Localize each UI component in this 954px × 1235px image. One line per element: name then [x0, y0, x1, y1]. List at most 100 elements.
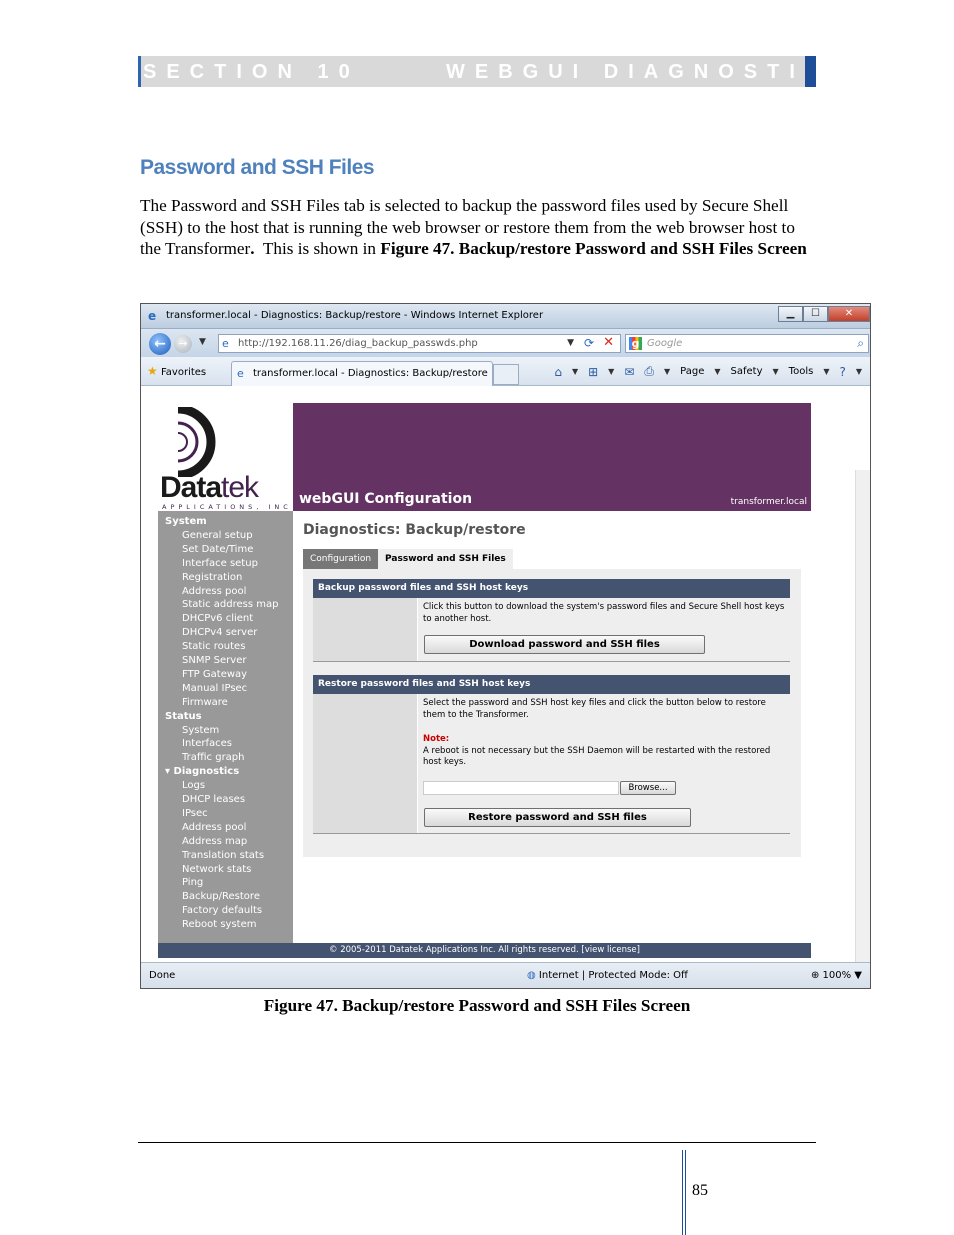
nav-item-backup-restore[interactable]: Backup/Restore: [158, 890, 293, 904]
nav-item-snmp-server[interactable]: SNMP Server: [158, 654, 293, 668]
browser-tab[interactable]: e transformer.local - Diagnostics: Backu…: [231, 361, 493, 386]
tab-configuration[interactable]: Configuration: [303, 549, 379, 569]
nav-item-set-date-time[interactable]: Set Date/Time: [158, 543, 293, 557]
nav-group-system[interactable]: System: [158, 515, 293, 529]
tab-page-icon: e: [237, 367, 244, 380]
nav-item-traffic-graph[interactable]: Traffic graph: [158, 751, 293, 765]
refresh-icon[interactable]: ⟳: [584, 336, 594, 350]
url-dropdown-icon[interactable]: ▼: [567, 338, 574, 348]
expand-triangle-icon: ▾: [165, 766, 174, 778]
nav-group-diagnostics-label: Diagnostics: [173, 766, 240, 778]
address-bar: ← → ▼ e http://192.168.11.26/diag_backup…: [141, 329, 870, 357]
doc-heading: Password and SSH Files: [140, 156, 375, 179]
nav-item-ping[interactable]: Ping: [158, 876, 293, 890]
nav-group-diagnostics[interactable]: ▾ Diagnostics: [158, 765, 293, 779]
browse-button[interactable]: Browse...: [620, 781, 676, 795]
tab-password-ssh-files[interactable]: Password and SSH Files: [378, 549, 513, 569]
backup-section-heading: Backup password files and SSH host keys: [313, 579, 790, 598]
nav-item-address-pool[interactable]: Address pool: [158, 585, 293, 599]
help-dropdown-icon[interactable]: ▼: [856, 367, 862, 376]
backup-description: Click this button to download the system…: [423, 602, 785, 624]
forward-button-icon[interactable]: →: [174, 335, 192, 353]
minimize-icon[interactable]: ▁: [778, 306, 803, 322]
tools-menu[interactable]: Tools: [789, 366, 814, 377]
safety-dropdown-icon[interactable]: ▼: [773, 367, 779, 376]
file-path-input[interactable]: [423, 781, 619, 795]
history-dropdown-icon[interactable]: ▼: [199, 337, 206, 347]
maximize-icon[interactable]: ☐: [803, 306, 828, 322]
section-title: WEBGUI DIAGNOSTICS: [446, 61, 853, 83]
backup-label-cell: [313, 598, 418, 661]
nav-item-reboot-system[interactable]: Reboot system: [158, 918, 293, 932]
note-label: Note:: [423, 734, 450, 744]
print-dropdown-icon[interactable]: ▼: [664, 367, 670, 376]
feeds-dropdown-icon[interactable]: ▼: [608, 367, 614, 376]
search-icon[interactable]: ⌕: [857, 336, 864, 351]
page-dropdown-icon[interactable]: ▼: [714, 367, 720, 376]
help-icon[interactable]: ?: [839, 365, 845, 379]
nav-item-dhcp-leases[interactable]: DHCP leases: [158, 793, 293, 807]
nav-item-translation-stats[interactable]: Translation stats: [158, 849, 293, 863]
page-icon: e: [222, 337, 229, 350]
logo-tek: tek: [221, 471, 259, 504]
close-icon[interactable]: ✕: [828, 306, 870, 322]
url-field[interactable]: e http://192.168.11.26/diag_backup_passw…: [218, 334, 621, 353]
nav-item-interface-setup[interactable]: Interface setup: [158, 557, 293, 571]
home-icon[interactable]: ⌂: [554, 365, 562, 379]
stop-icon[interactable]: ✕: [603, 335, 614, 350]
nav-item-ipsec[interactable]: IPsec: [158, 807, 293, 821]
body-paragraph: The Password and SSH Files tab is select…: [140, 195, 810, 260]
zoom-icon: ⊕: [810, 970, 820, 981]
nav-item-address-map[interactable]: Address map: [158, 835, 293, 849]
nav-item-logs[interactable]: Logs: [158, 779, 293, 793]
feeds-icon[interactable]: ⊞: [588, 365, 598, 379]
browser-tab-label: transformer.local - Diagnostics: Backup/…: [253, 368, 488, 379]
home-dropdown-icon[interactable]: ▼: [572, 367, 578, 376]
new-tab-button[interactable]: [493, 364, 519, 385]
restore-label-cell: [313, 694, 418, 833]
restore-note: Note: A reboot is not necessary but the …: [423, 734, 788, 769]
nav-item-ftp-gateway[interactable]: FTP Gateway: [158, 668, 293, 682]
logo-data: Data: [160, 471, 222, 504]
section-header: SECTION 10 WEBGUI DIAGNOSTICS: [138, 56, 843, 87]
nav-item-static-address-map[interactable]: Static address map: [158, 598, 293, 612]
favorites-bar: ★ Favorites e transformer.local - Diagno…: [141, 357, 870, 386]
google-logo-icon: g: [629, 337, 642, 350]
nav-item-diag-address-pool[interactable]: Address pool: [158, 821, 293, 835]
nav-item-status-system[interactable]: System: [158, 724, 293, 738]
nav-item-network-stats[interactable]: Network stats: [158, 863, 293, 877]
tools-dropdown-icon[interactable]: ▼: [823, 367, 829, 376]
nav-item-firmware[interactable]: Firmware: [158, 696, 293, 710]
page-footer: © 2005-2011 Datatek Applications Inc. Al…: [158, 943, 811, 958]
nav-group-status[interactable]: Status: [158, 710, 293, 724]
nav-item-factory-defaults[interactable]: Factory defaults: [158, 904, 293, 918]
favorites-label: Favorites: [160, 367, 207, 378]
nav-item-registration[interactable]: Registration: [158, 571, 293, 585]
globe-icon: ◍: [527, 970, 536, 981]
search-input[interactable]: g Google ⌕: [625, 334, 869, 353]
nav-item-general-setup[interactable]: General setup: [158, 529, 293, 543]
restore-button[interactable]: Restore password and SSH files: [424, 808, 691, 827]
nav-item-dhcpv6-client[interactable]: DHCPv6 client: [158, 612, 293, 626]
restore-section-heading: Restore password files and SSH host keys: [313, 675, 790, 694]
safety-menu[interactable]: Safety: [731, 366, 763, 377]
favorites-star-icon: ★: [147, 364, 158, 378]
nav-item-interfaces[interactable]: Interfaces: [158, 737, 293, 751]
zoom-control[interactable]: ⊕ 100% ▼: [811, 970, 862, 981]
download-button[interactable]: Download password and SSH files: [424, 635, 705, 654]
banner: webGUI Configuration transformer.local: [293, 403, 811, 511]
status-bar: Done ◍ Internet | Protected Mode: Off ⊕ …: [141, 962, 870, 988]
print-icon[interactable]: ⎙: [644, 364, 654, 379]
page-menu[interactable]: Page: [680, 366, 704, 377]
back-button-icon[interactable]: ←: [149, 333, 171, 355]
search-placeholder: Google: [647, 338, 683, 349]
backup-section: Click this button to download the system…: [313, 598, 790, 662]
nav-item-manual-ipsec[interactable]: Manual IPsec: [158, 682, 293, 696]
mail-icon[interactable]: ✉: [624, 365, 634, 379]
vertical-scrollbar[interactable]: [855, 470, 870, 988]
nav-item-static-routes[interactable]: Static routes: [158, 640, 293, 654]
favorites-button[interactable]: ★ Favorites: [147, 364, 206, 378]
nav-item-dhcpv4-server[interactable]: DHCPv4 server: [158, 626, 293, 640]
ie-logo-icon: e: [148, 309, 157, 323]
tab-bar: Configuration Password and SSH Files: [303, 549, 513, 569]
